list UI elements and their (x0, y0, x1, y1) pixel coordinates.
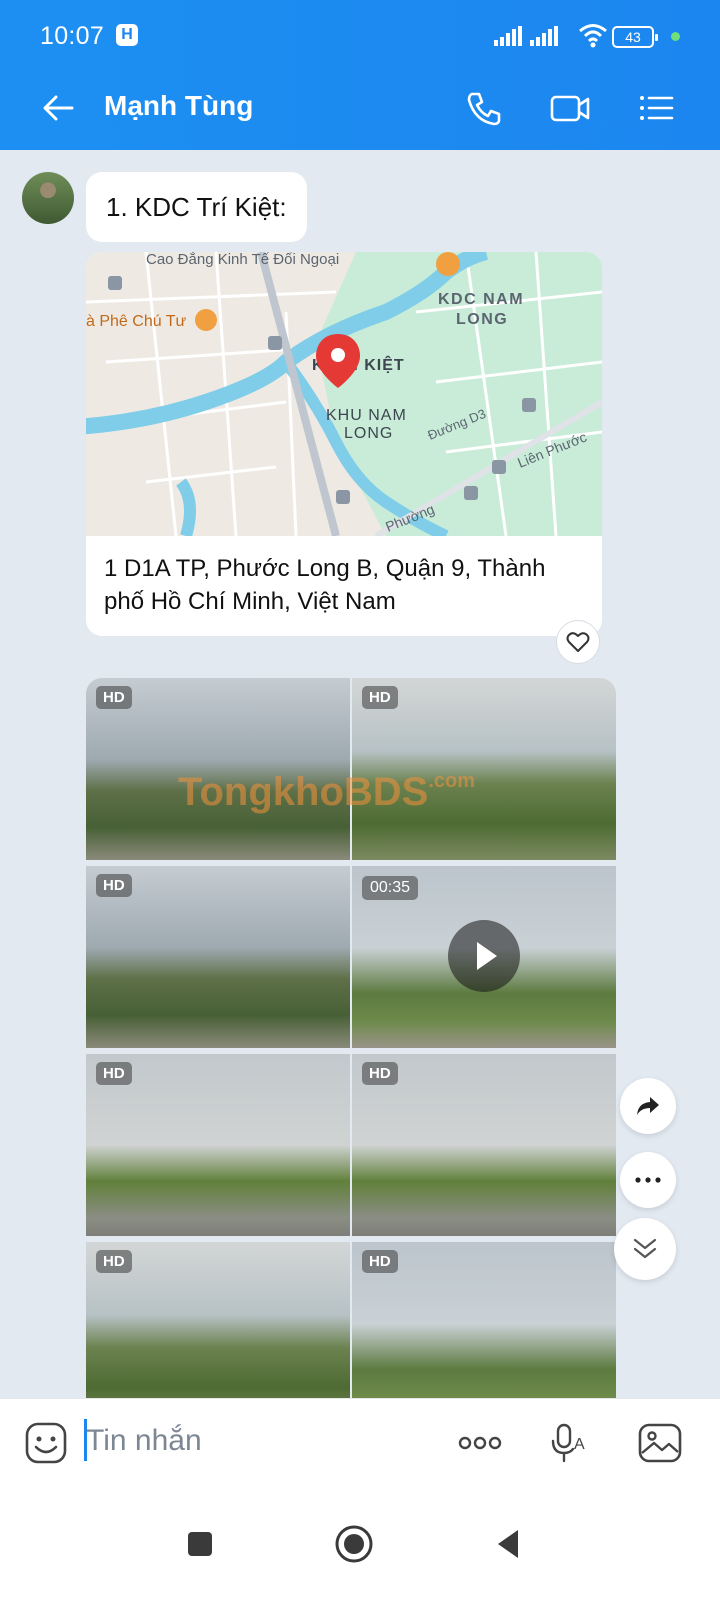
signal-icon-2 (530, 26, 558, 46)
emoji-icon[interactable] (24, 1421, 68, 1465)
chat-header: Mạnh Tùng (0, 72, 720, 150)
signal-icon (494, 26, 522, 46)
heart-icon (566, 632, 590, 652)
hd-badge: HD (362, 1250, 398, 1273)
top-bar: 10:07 H 43 Mạnh Tùng (0, 0, 720, 150)
back-nav-icon[interactable] (484, 1520, 532, 1568)
media-thumbnail[interactable]: HD (352, 1242, 616, 1420)
contact-name[interactable]: Mạnh Tùng (104, 90, 253, 122)
recent-apps-icon[interactable] (176, 1520, 224, 1568)
image-icon[interactable] (636, 1419, 684, 1467)
media-thumbnail[interactable]: HD (352, 1054, 616, 1236)
media-thumbnail[interactable]: HD (352, 678, 616, 860)
location-address: 1 D1A TP, Phước Long B, Quận 9, Thành ph… (104, 555, 546, 615)
voice-to-text-icon[interactable]: A (548, 1419, 596, 1467)
phone-icon[interactable] (462, 86, 506, 130)
video-duration: 00:35 (362, 876, 419, 900)
map-label: Cao Đẳng Kinh Tế Đối Ngoại (146, 252, 339, 268)
map-preview[interactable]: Cao Đẳng Kinh Tế Đối Ngoại à Phê Chú Tư … (86, 252, 602, 536)
home-icon[interactable] (330, 1520, 378, 1568)
media-thumbnail[interactable]: HD (86, 1054, 350, 1236)
arrow-left-icon[interactable] (38, 88, 78, 128)
media-thumbnail[interactable]: HD (86, 1242, 350, 1420)
share-button[interactable] (620, 1078, 676, 1134)
options-icon (635, 1177, 661, 1183)
map-label: KHU NAM (326, 407, 407, 424)
message-input[interactable] (86, 1417, 426, 1465)
message-composer: A (0, 1398, 720, 1488)
hd-badge: HD (96, 1250, 132, 1273)
status-dot (671, 32, 680, 41)
app-notification-icon: H (116, 24, 138, 46)
video-thumbnail[interactable]: 00:35 (352, 866, 616, 1048)
media-thumbnail[interactable]: HD (86, 678, 350, 860)
scroll-down-button[interactable] (614, 1218, 676, 1280)
share-arrow-icon (637, 1097, 659, 1115)
map-label: LONG (344, 425, 393, 442)
status-time: 10:07 (40, 22, 105, 50)
battery-indicator: 43 (612, 26, 658, 48)
list-menu-icon[interactable] (634, 86, 678, 130)
options-button[interactable] (620, 1152, 676, 1208)
more-horizontal-icon[interactable] (456, 1419, 504, 1467)
play-icon[interactable] (448, 920, 520, 992)
map-label: KDC NAM (438, 291, 524, 308)
map-label: LONG (456, 311, 508, 328)
message-bubble[interactable]: 1. KDC Trí Kiệt: (86, 172, 307, 242)
wifi-icon (579, 24, 607, 48)
chat-area[interactable]: 1. KDC Trí Kiệt: Cao Đẳng Kinh Tế Đối Ng… (0, 150, 720, 1420)
media-thumbnail[interactable]: HD (86, 866, 350, 1048)
video-call-icon[interactable] (548, 86, 592, 130)
avatar[interactable] (22, 172, 74, 224)
watermark: TongkhoBDS.com (178, 770, 476, 814)
location-card[interactable]: Cao Đẳng Kinh Tế Đối Ngoại à Phê Chú Tư … (86, 252, 602, 636)
svg-text:A: A (574, 1436, 585, 1453)
scroll-down-icon (633, 1238, 657, 1259)
system-nav-bar (0, 1488, 720, 1600)
map-label: à Phê Chú Tư (86, 313, 187, 330)
status-bar: 10:07 H 43 (0, 0, 720, 72)
like-button[interactable] (556, 620, 600, 664)
hd-badge: HD (96, 686, 132, 709)
hd-badge: HD (362, 686, 398, 709)
hd-badge: HD (362, 1062, 398, 1085)
hd-badge: HD (96, 874, 132, 897)
hd-badge: HD (96, 1062, 132, 1085)
